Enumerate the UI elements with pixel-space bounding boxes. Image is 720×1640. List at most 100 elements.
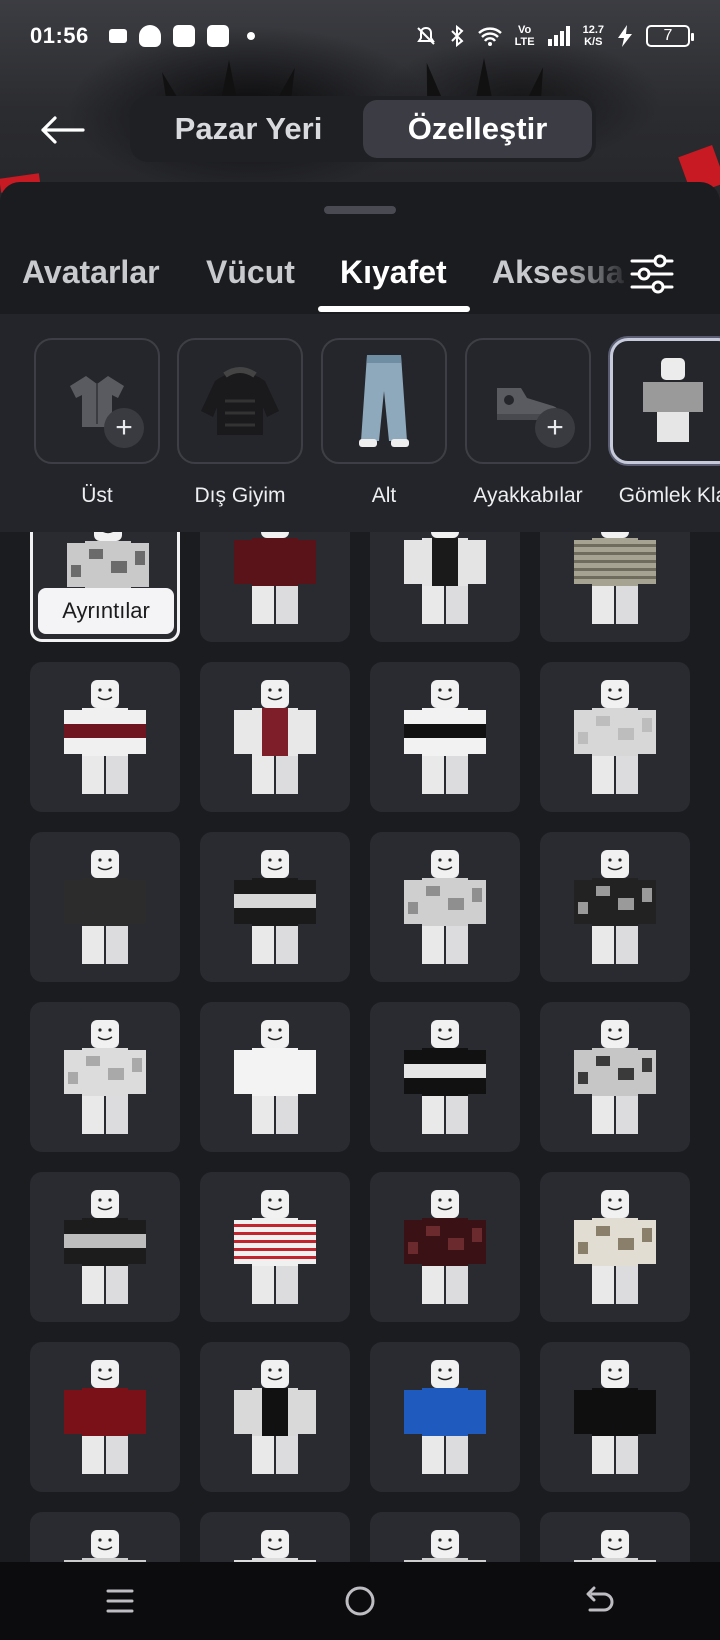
add-icon: +: [104, 408, 144, 448]
message-icon: [108, 29, 127, 43]
outfit-item-card[interactable]: [30, 1172, 180, 1322]
snapchat-icon: [138, 25, 161, 47]
outfit-item-card[interactable]: [30, 662, 180, 812]
jacket-thumbnail: [201, 367, 279, 435]
outfit-item-card[interactable]: [540, 1342, 690, 1492]
outfit-item-card[interactable]: [30, 1342, 180, 1492]
outfit-item-card[interactable]: [370, 662, 520, 812]
charging-icon: [618, 25, 632, 47]
outfit-item-card[interactable]: [540, 662, 690, 812]
outfit-item-card[interactable]: [370, 1512, 520, 1562]
avatar-preview: [574, 532, 656, 624]
outfit-item-card[interactable]: [200, 532, 350, 642]
app-icon: [172, 25, 195, 47]
category-label: Alt: [371, 484, 397, 507]
status-bar: 01:56 Vo LTE 12.7 K/S 7: [0, 0, 720, 72]
avatar-preview: [64, 1190, 146, 1304]
outfit-item-card[interactable]: [540, 1172, 690, 1322]
avatar-preview: [234, 680, 316, 794]
avatar-preview: [574, 1360, 656, 1474]
avatar-preview: [234, 532, 316, 624]
outfit-item-card[interactable]: [200, 1512, 350, 1562]
avatar-preview: [574, 1190, 656, 1304]
filter-button[interactable]: [630, 254, 678, 298]
outfit-item-card[interactable]: [200, 1002, 350, 1152]
avatar-preview: [234, 1190, 316, 1304]
outfit-item-card[interactable]: [540, 1002, 690, 1152]
avatar-preview: [64, 1360, 146, 1474]
avatar-preview: [404, 1530, 486, 1562]
home-button[interactable]: [330, 1571, 390, 1631]
outfit-item-card[interactable]: [200, 662, 350, 812]
bluetooth-icon: [450, 24, 464, 48]
mute-icon: [416, 26, 435, 45]
avatar-preview: [234, 1360, 316, 1474]
dot-icon: [246, 32, 255, 40]
outfit-item-card[interactable]: [200, 1342, 350, 1492]
avatar-preview: [404, 532, 486, 624]
wifi-icon: [477, 27, 502, 46]
outfit-item-card[interactable]: [540, 1512, 690, 1562]
segment-marketplace[interactable]: Pazar Yeri: [134, 100, 363, 158]
outfit-item-card[interactable]: [370, 1172, 520, 1322]
back-button[interactable]: [36, 108, 88, 152]
tab-avatars[interactable]: Avatarlar: [22, 254, 160, 291]
category-top[interactable]: + Üst: [34, 338, 160, 508]
active-tab-indicator: [318, 306, 470, 312]
category-label: Dış Giyim: [194, 484, 286, 507]
outfit-item-card[interactable]: [370, 532, 520, 642]
category-classic-shirts[interactable]: Gömlek Kla: [610, 338, 720, 508]
system-back-button[interactable]: [570, 1571, 630, 1631]
outfit-item-card[interactable]: [30, 1512, 180, 1562]
avatar-preview: [404, 1190, 486, 1304]
segment-customize[interactable]: Özelleştir: [363, 100, 592, 158]
avatar-preview: [574, 1020, 656, 1134]
avatar-preview: [234, 1020, 316, 1134]
back-icon: [586, 1586, 614, 1612]
add-icon: +: [535, 408, 575, 448]
jeans-thumbnail: [359, 355, 409, 447]
category-shoes[interactable]: + Ayakkabılar: [465, 338, 591, 508]
category-label: Ayakkabılar: [473, 484, 583, 507]
network-speed: 12.7 K/S: [582, 24, 604, 48]
avatar-preview: [404, 1020, 486, 1134]
avatar-preview: [404, 1360, 486, 1474]
avatar-preview: [574, 850, 656, 964]
avatar-preview: [64, 1530, 146, 1562]
sheet-drag-handle[interactable]: [324, 206, 396, 214]
tab-clothing[interactable]: Kıyafet: [340, 254, 447, 291]
outfit-item-card[interactable]: [200, 1172, 350, 1322]
avatar-preview: [64, 850, 146, 964]
tab-body[interactable]: Vücut: [206, 254, 295, 291]
avatar-preview: [64, 680, 146, 794]
signal-icon: [547, 26, 570, 46]
outfit-item-card[interactable]: [370, 1342, 520, 1492]
avatar-preview: [404, 850, 486, 964]
outfit-item-card[interactable]: [370, 832, 520, 982]
details-button[interactable]: Ayrıntılar: [38, 588, 174, 634]
system-nav-bar: [0, 1562, 720, 1640]
sliders-icon: [630, 254, 674, 294]
category-label: Gömlek Kla: [618, 484, 720, 507]
avatar-preview: [64, 1020, 146, 1134]
category-label: Üst: [81, 484, 113, 507]
home-icon: [345, 1586, 375, 1616]
app-icon: [206, 25, 229, 47]
outfit-item-card[interactable]: [30, 1002, 180, 1152]
outfit-item-card[interactable]: [370, 1002, 520, 1152]
avatar-preview: [404, 680, 486, 794]
outfit-item-card[interactable]: [540, 532, 690, 642]
menu-button[interactable]: [90, 1571, 150, 1631]
battery-icon: 7: [646, 25, 694, 47]
avatar-preview: [574, 680, 656, 794]
outfit-item-card[interactable]: [540, 832, 690, 982]
outfit-item-card[interactable]: [30, 832, 180, 982]
category-strip: + Üst Dış Giyim Alt + Ayakkabılar Gömlek…: [0, 314, 720, 532]
category-bottoms[interactable]: Alt: [321, 338, 447, 508]
category-outerwear[interactable]: Dış Giyim: [177, 338, 303, 508]
avatar-preview: [234, 1530, 316, 1562]
outfit-item-card[interactable]: Ayrıntılar: [30, 532, 180, 642]
shirt-thumbnail: [643, 358, 703, 442]
clock: 01:56: [30, 23, 89, 48]
outfit-item-card[interactable]: [200, 832, 350, 982]
